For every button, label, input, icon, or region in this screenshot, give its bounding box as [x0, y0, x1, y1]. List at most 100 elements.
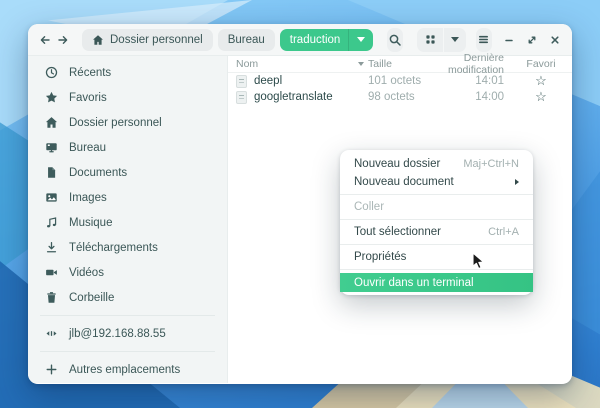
- file-modified: 14:01: [438, 75, 518, 87]
- context-menu: Nouveau dossier Maj+Ctrl+N Nouveau docum…: [340, 150, 533, 295]
- breadcrumb-menu-button[interactable]: [348, 29, 373, 51]
- home-icon: [92, 34, 104, 46]
- sidebar-item-corbeille[interactable]: Corbeille: [28, 285, 227, 310]
- main-menu-button[interactable]: [476, 28, 492, 52]
- grid-view-icon: [424, 33, 437, 46]
- menu-item-coller: Coller: [340, 198, 533, 216]
- document-icon: [44, 166, 58, 179]
- sidebar-item-label: Bureau: [69, 142, 106, 154]
- breadcrumb-current[interactable]: traduction: [280, 29, 374, 51]
- view-switcher: [417, 28, 466, 52]
- menu-item-label: Nouveau document: [354, 176, 454, 188]
- column-label: Favori: [526, 58, 555, 70]
- breadcrumb: Dossier personnel Bureau traduction: [82, 29, 373, 51]
- file-row[interactable]: deepl 101 octets 14:01 ☆: [228, 73, 572, 89]
- sidebar-item-remote-server[interactable]: jlb@192.168.88.55: [28, 321, 227, 346]
- menu-item-label: Tout sélectionner: [354, 226, 441, 238]
- menu-item-nouveau-document[interactable]: Nouveau document: [340, 173, 533, 191]
- file-name-cell: googletranslate: [236, 91, 368, 104]
- sidebar-item-telechargements[interactable]: Téléchargements: [28, 235, 227, 260]
- search-button[interactable]: [387, 28, 403, 52]
- sidebar-item-label: Autres emplacements: [69, 364, 180, 376]
- sort-descending-icon[interactable]: [358, 62, 364, 66]
- close-button[interactable]: [549, 29, 562, 51]
- column-label: Dernière modification: [448, 52, 504, 76]
- minimize-icon: [503, 34, 515, 46]
- breadcrumb-home[interactable]: Dossier personnel: [82, 29, 213, 51]
- favorite-star-icon[interactable]: ☆: [518, 74, 564, 88]
- plus-icon: [44, 363, 58, 376]
- column-label: Nom: [236, 58, 258, 70]
- mouse-cursor: [472, 252, 488, 270]
- back-button[interactable]: [38, 29, 52, 51]
- menu-item-label: Propriétés: [354, 251, 406, 263]
- chevron-down-icon: [451, 37, 459, 42]
- grid-view-button[interactable]: [417, 28, 443, 52]
- view-options-button[interactable]: [444, 28, 466, 52]
- sidebar-item-images[interactable]: Images: [28, 185, 227, 210]
- menu-separator: [340, 269, 533, 270]
- menu-item-label: Ouvrir dans un terminal: [354, 277, 474, 289]
- sidebar-item-label: Récents: [69, 67, 111, 79]
- download-icon: [44, 241, 58, 254]
- text-file-icon: [236, 91, 247, 104]
- file-name: deepl: [254, 75, 282, 87]
- column-header-favorite[interactable]: Favori: [518, 58, 564, 70]
- sidebar-item-dossier-personnel[interactable]: Dossier personnel: [28, 110, 227, 135]
- hamburger-menu-icon: [477, 33, 490, 46]
- clock-icon: [44, 66, 58, 79]
- close-icon: [549, 34, 561, 46]
- menu-shortcut: Maj+Ctrl+N: [463, 158, 519, 170]
- sidebar-item-label: Images: [69, 192, 107, 204]
- breadcrumb-label: Bureau: [228, 34, 265, 46]
- submenu-arrow-icon: [515, 179, 519, 185]
- sidebar-item-musique[interactable]: Musique: [28, 210, 227, 235]
- forward-arrow-icon: [56, 33, 70, 47]
- star-icon: [44, 91, 58, 104]
- column-headers: Nom Taille Dernière modification Favori: [228, 56, 572, 73]
- trash-icon: [44, 291, 58, 304]
- menu-item-ouvrir-terminal[interactable]: Ouvrir dans un terminal: [340, 273, 533, 292]
- menu-separator: [340, 194, 533, 195]
- music-icon: [44, 216, 58, 229]
- sidebar: Récents Favoris Dossier personnel Bureau: [28, 56, 228, 383]
- menu-item-label: Nouveau dossier: [354, 158, 440, 170]
- sidebar-item-documents[interactable]: Documents: [28, 160, 227, 185]
- sidebar-item-recents[interactable]: Récents: [28, 60, 227, 85]
- maximize-icon: [526, 34, 538, 46]
- breadcrumb-bureau[interactable]: Bureau: [218, 29, 275, 51]
- menu-separator: [340, 244, 533, 245]
- sidebar-item-label: Vidéos: [69, 267, 104, 279]
- chevron-down-icon: [357, 37, 365, 42]
- minimize-button[interactable]: [502, 29, 515, 51]
- menu-item-nouveau-dossier[interactable]: Nouveau dossier Maj+Ctrl+N: [340, 155, 533, 173]
- forward-button[interactable]: [56, 29, 70, 51]
- home-icon: [44, 116, 58, 129]
- image-icon: [44, 191, 58, 204]
- sidebar-separator: [40, 351, 215, 352]
- column-header-size[interactable]: Taille: [368, 58, 438, 70]
- breadcrumb-label: Dossier personnel: [110, 34, 203, 46]
- sidebar-item-bureau[interactable]: Bureau: [28, 135, 227, 160]
- video-icon: [44, 266, 58, 279]
- sidebar-item-label: Dossier personnel: [69, 117, 162, 129]
- column-header-modified[interactable]: Dernière modification: [438, 52, 518, 76]
- sidebar-item-videos[interactable]: Vidéos: [28, 260, 227, 285]
- sidebar-separator: [40, 315, 215, 316]
- desktop-icon: [44, 141, 58, 154]
- maximize-button[interactable]: [525, 29, 538, 51]
- file-row[interactable]: googletranslate 98 octets 14:00 ☆: [228, 89, 572, 105]
- sidebar-item-label: Documents: [69, 167, 127, 179]
- column-header-name[interactable]: Nom: [236, 58, 368, 70]
- breadcrumb-label: traduction: [290, 34, 343, 46]
- back-arrow-icon: [38, 33, 52, 47]
- menu-item-tout-selectionner[interactable]: Tout sélectionner Ctrl+A: [340, 223, 533, 241]
- menu-item-proprietes[interactable]: Propriétés: [340, 248, 533, 266]
- sidebar-item-autres-emplacements[interactable]: Autres emplacements: [28, 357, 227, 382]
- sidebar-item-label: jlb@192.168.88.55: [69, 328, 166, 340]
- sidebar-item-label: Corbeille: [69, 292, 114, 304]
- sidebar-item-favoris[interactable]: Favoris: [28, 85, 227, 110]
- file-manager-window: Dossier personnel Bureau traduction: [28, 24, 572, 384]
- menu-shortcut: Ctrl+A: [488, 226, 519, 238]
- favorite-star-icon[interactable]: ☆: [518, 90, 564, 104]
